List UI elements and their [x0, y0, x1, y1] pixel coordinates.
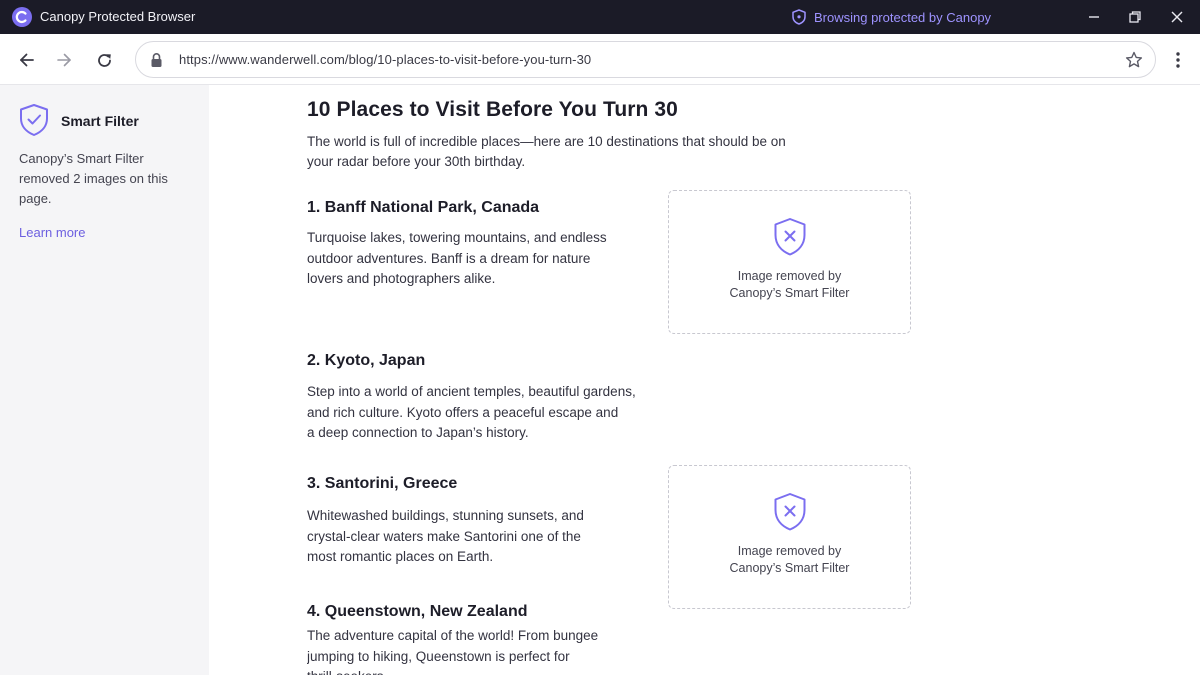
removed-image-placeholder: Image removed by Canopy’s Smart Filter — [668, 465, 911, 609]
section-heading-banff: 1. Banff National Park, Canada — [307, 199, 540, 216]
article-content: 10 Places to Visit Before You Turn 30 Th… — [307, 85, 1187, 675]
minimize-button[interactable] — [1071, 0, 1117, 34]
forward-arrow-icon — [57, 53, 71, 67]
canopy-logo-icon — [12, 7, 32, 27]
back-arrow-icon — [20, 53, 34, 67]
article-title: 10 Places to Visit Before You Turn 30 — [307, 98, 678, 121]
section-body-banff: Turquoise lakes, towering mountains, and… — [307, 230, 607, 286]
reload-button[interactable] — [91, 47, 117, 73]
reload-icon — [97, 53, 111, 67]
navigation-bar: https://www.wanderwell.com/blog/10-place… — [0, 34, 1200, 85]
title-bar: Canopy Protected Browser Browsing protec… — [0, 0, 1200, 34]
restore-button[interactable] — [1112, 0, 1158, 34]
lock-icon — [151, 53, 162, 67]
section-heading-santorini: 3. Santorini, Greece — [307, 475, 458, 492]
section-body-queenstown: The adventure capital of the world! From… — [307, 628, 599, 675]
removed-image-label: Image removed by Canopy’s Smart Filter — [729, 544, 850, 575]
section-heading-kyoto: 2. Kyoto, Japan — [307, 352, 426, 369]
url-text[interactable]: https://www.wanderwell.com/blog/10-place… — [179, 52, 591, 67]
restore-icon — [1129, 11, 1141, 23]
protection-status[interactable]: Browsing protected by Canopy — [792, 9, 991, 25]
removed-image-label: Image removed by Canopy’s Smart Filter — [729, 269, 850, 300]
section-body-kyoto: Step into a world of ancient temples, be… — [307, 384, 636, 440]
protection-status-label: Browsing protected by Canopy — [814, 9, 992, 25]
learn-more-link[interactable]: Learn more — [19, 225, 85, 240]
section-body-santorini: Whitewashed buildings, stunning sunsets,… — [307, 508, 584, 564]
shield-x-icon — [774, 493, 806, 531]
shield-x-icon — [774, 218, 806, 256]
shield-check-icon — [792, 9, 806, 25]
shield-check-icon — [20, 104, 48, 136]
back-button[interactable] — [14, 47, 40, 73]
forward-button[interactable] — [51, 47, 77, 73]
close-icon — [1171, 11, 1183, 23]
article-intro: The world is full of incredible places—h… — [307, 134, 786, 169]
smart-filter-sidebar: Smart Filter Canopy’s Smart Filter remov… — [0, 85, 209, 675]
browser-menu-button[interactable] — [1166, 47, 1190, 73]
section-heading-queenstown: 4. Queenstown, New Zealand — [307, 603, 528, 620]
smart-filter-title: Smart Filter — [61, 113, 139, 129]
window-title: Canopy Protected Browser — [40, 9, 196, 24]
kebab-menu-icon — [1176, 52, 1180, 68]
star-icon[interactable] — [1125, 51, 1143, 69]
minimize-icon — [1089, 16, 1099, 18]
smart-filter-description: Canopy’s Smart Filter removed 2 images o… — [19, 151, 168, 206]
close-button[interactable] — [1154, 0, 1200, 34]
removed-image-placeholder: Image removed by Canopy’s Smart Filter — [668, 190, 911, 334]
address-bar[interactable]: https://www.wanderwell.com/blog/10-place… — [135, 41, 1156, 78]
